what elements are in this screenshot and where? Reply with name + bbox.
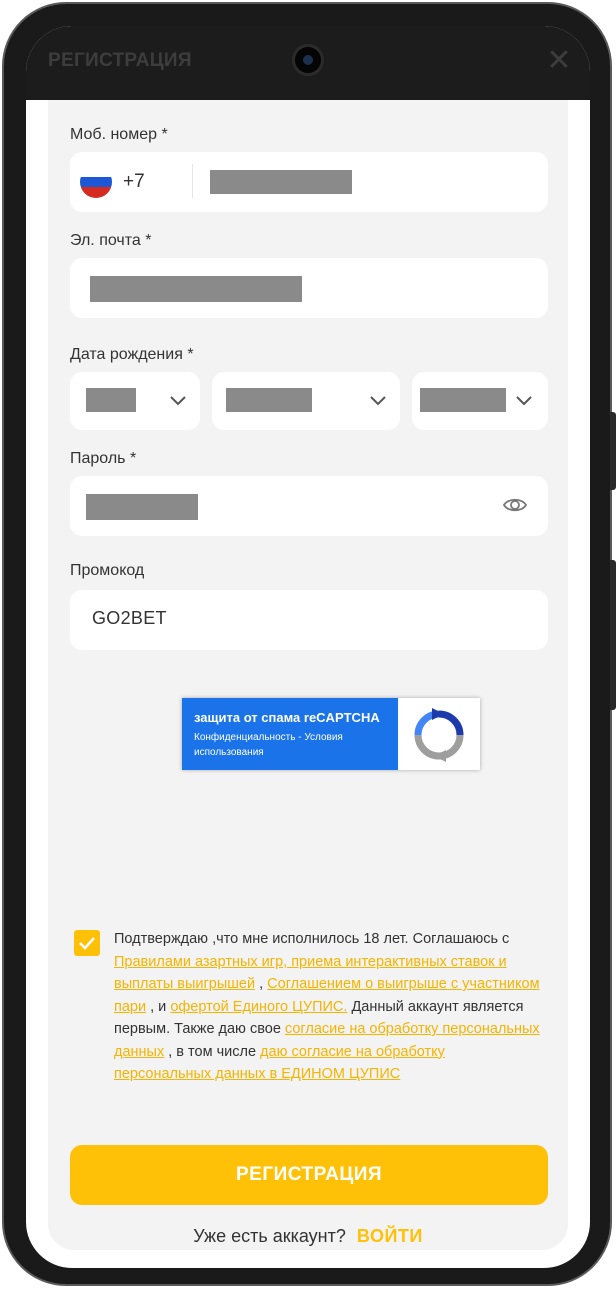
phone-field[interactable]: +7 (70, 152, 548, 212)
phone-input[interactable] (210, 170, 352, 194)
chevron-down-icon (370, 396, 386, 406)
chevron-down-icon (170, 396, 186, 406)
consent-text: Подтверждаю ,что мне исполнилось 18 лет.… (114, 928, 546, 1086)
login-link[interactable]: ВОЙТИ (357, 1226, 423, 1246)
promo-label: Промокод (70, 562, 145, 579)
consent-text-1: Подтверждаю ,что мне исполнилось 18 лет.… (114, 931, 510, 947)
consent-checkbox[interactable] (74, 930, 100, 956)
promo-value: GO2BET (92, 608, 167, 628)
password-field[interactable] (70, 476, 548, 536)
tsupis-offer-link[interactable]: офертой Единого ЦУПИС. (170, 999, 347, 1015)
phone-label: Моб. номер * (70, 126, 168, 143)
header-title: РЕГИСТРАЦИЯ (48, 50, 192, 71)
front-camera (292, 44, 324, 76)
recaptcha-title: защита от спама reCAPTCHA (194, 710, 380, 725)
birth-month-select[interactable] (212, 372, 400, 430)
email-label: Эл. почта * (70, 232, 152, 249)
birth-year-select[interactable] (412, 372, 548, 430)
header: РЕГИСТРАЦИЯ ✕ (26, 26, 590, 100)
birth-month-value (226, 388, 312, 412)
password-label: Пароль * (70, 450, 137, 467)
have-account-text: Уже есть аккаунт? (193, 1226, 346, 1246)
birth-day-value (86, 388, 136, 412)
promo-field[interactable]: GO2BET (70, 590, 548, 650)
close-icon[interactable]: ✕ (544, 46, 574, 76)
registration-form: Моб. номер * +7 Эл. почта * Дата рождени… (48, 100, 568, 1250)
recaptcha-logo-icon (414, 708, 464, 762)
birth-year-value (420, 388, 506, 412)
birth-day-select[interactable] (70, 372, 200, 430)
recaptcha-links[interactable]: Конфиденциальность - Условия использован… (194, 730, 390, 760)
consent-text-5: , в том числе (164, 1043, 261, 1060)
volume-button (610, 412, 616, 490)
phone-frame: РЕГИСТРАЦИЯ ✕ Моб. номер * +7 Эл. почта … (2, 2, 616, 1286)
screen: РЕГИСТРАЦИЯ ✕ Моб. номер * +7 Эл. почта … (26, 26, 590, 1268)
register-button[interactable]: РЕГИСТРАЦИЯ (70, 1145, 548, 1205)
consent-text-3: , и (146, 998, 171, 1015)
phone-prefix: +7 (123, 171, 145, 192)
password-input[interactable] (86, 494, 198, 520)
consent-text-2: , (255, 976, 268, 992)
email-input[interactable] (90, 276, 302, 302)
chevron-down-icon (516, 396, 532, 406)
login-row: Уже есть аккаунт? ВОЙТИ (48, 1226, 568, 1247)
eye-icon[interactable] (502, 492, 528, 518)
phone-separator (192, 164, 193, 198)
recaptcha-info: защита от спама reCAPTCHA Конфиденциальн… (182, 698, 398, 770)
check-icon (79, 937, 95, 950)
russia-flag-icon[interactable] (80, 166, 112, 198)
power-button (610, 560, 616, 710)
birthdate-label: Дата рождения * (70, 346, 194, 363)
recaptcha-badge[interactable]: защита от спама reCAPTCHA Конфиденциальн… (182, 698, 480, 770)
email-field[interactable] (70, 258, 548, 318)
